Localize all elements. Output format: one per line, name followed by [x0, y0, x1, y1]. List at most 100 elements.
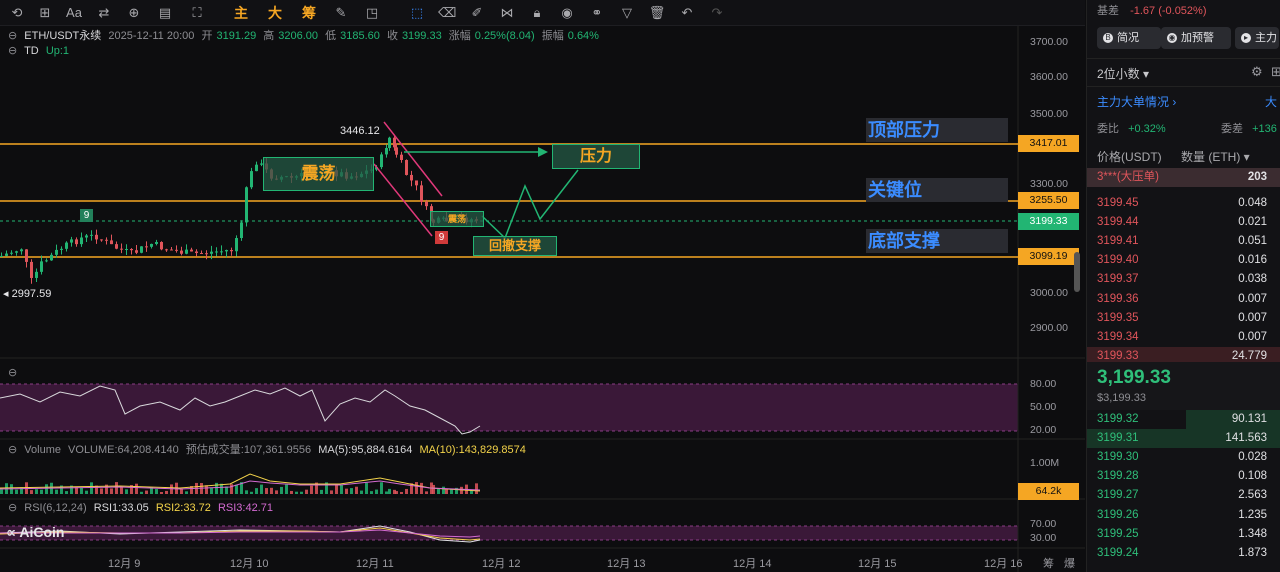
bid-row[interactable]: 3199.25 1.348: [1087, 525, 1280, 544]
big-order-button[interactable]: 大: [264, 4, 286, 22]
resistance-box[interactable]: 压力: [552, 144, 640, 169]
candle-body: [170, 249, 173, 251]
pattern-icon[interactable]: ⋈: [498, 4, 516, 22]
candle-body: [215, 251, 218, 253]
order-qty: 2.563: [1238, 489, 1267, 502]
bottom-support-label: 底部支撑: [866, 229, 1008, 253]
volume-bar: [385, 491, 388, 494]
top-resistance-label: 顶部压力: [866, 118, 1008, 142]
main-force-right[interactable]: 大: [1265, 93, 1277, 110]
volume-bar: [255, 488, 258, 494]
indicator-settings-icon[interactable]: ⊖: [8, 45, 17, 57]
settings-icon[interactable]: ⊖: [8, 30, 17, 42]
chips-toggle[interactable]: 筹: [1043, 555, 1054, 571]
brush-icon[interactable]: ✐: [468, 4, 486, 22]
big-order-row[interactable]: 3***(大压单) 203: [1087, 168, 1280, 187]
ask-row[interactable]: 3199.40 0.016: [1087, 251, 1280, 270]
screenshot-icon[interactable]: ◳: [363, 4, 381, 22]
eye-icon[interactable]: ◉: [558, 4, 576, 22]
redo-icon[interactable]: ↷: [708, 4, 726, 22]
main-force-link[interactable]: 主力大单情况 ›: [1097, 93, 1176, 110]
volume-bar: [340, 484, 343, 494]
add-alert-button[interactable]: ◉ 加预警: [1161, 27, 1231, 49]
candle-body: [15, 251, 18, 253]
filter-icon[interactable]: ▽: [618, 4, 636, 22]
candle-body: [60, 248, 63, 250]
volume-label: Volume: [24, 444, 61, 456]
volume-bar: [110, 488, 113, 494]
ask-row[interactable]: 3199.37 0.038: [1087, 270, 1280, 289]
overview-button[interactable]: B 简况: [1097, 27, 1161, 49]
col-qty-header[interactable]: 数量 (ETH) ▾: [1181, 148, 1250, 165]
ohlc-header: ⊖ ETH/USDT永续 2025-12-11 20:00 开 3191.29 高…: [8, 27, 603, 43]
candle-body: [400, 154, 403, 161]
top-resistance-price-tag: 3417.01: [1018, 135, 1079, 152]
undo-icon[interactable]: ↶: [678, 4, 696, 22]
trash-icon[interactable]: 🗑︎: [648, 4, 666, 22]
bid-row[interactable]: 3199.27 2.563: [1087, 486, 1280, 505]
ask-row[interactable]: 3199.45 0.048: [1087, 194, 1280, 213]
price-axis-scrollbar[interactable]: [1074, 252, 1080, 292]
order-qty: 1.873: [1238, 546, 1267, 559]
candle-body: [0, 255, 3, 257]
candle-body: [210, 251, 213, 254]
main-force-button[interactable]: ▸ 主力: [1235, 27, 1279, 49]
volume-bar: [165, 490, 168, 494]
link-icon[interactable]: ⚭: [588, 4, 606, 22]
volume-settings-icon[interactable]: ⊖: [8, 444, 17, 456]
magnet-icon[interactable]: ⊞: [36, 4, 54, 22]
date-label: 12月 15: [858, 558, 897, 570]
reset-icon[interactable]: ⟲: [8, 4, 26, 22]
basis-value: -1.67 (-0.052%): [1130, 5, 1207, 17]
fullscreen-icon[interactable]: ⛶: [188, 4, 206, 22]
indicator-icon[interactable]: ⊕: [125, 4, 143, 22]
candle-body: [165, 249, 168, 251]
liquidation-toggle[interactable]: 爆: [1064, 555, 1075, 571]
projected-path-line[interactable]: [481, 169, 579, 240]
price-chart[interactable]: ⊖ ETH/USDT永续 2025-12-11 20:00 开 3191.29 高…: [0, 26, 1085, 572]
ask-row[interactable]: 3199.41 0.051: [1087, 232, 1280, 251]
bid-row[interactable]: 3199.24 1.873: [1087, 544, 1280, 563]
order-qty: 0.007: [1238, 330, 1267, 343]
ask-row[interactable]: 3199.36 0.007: [1087, 290, 1280, 309]
channel-upper-line[interactable]: [383, 121, 443, 197]
eraser-icon[interactable]: ⌫: [438, 4, 456, 22]
chart-canvas[interactable]: [0, 26, 1085, 572]
volume-bar: [0, 489, 3, 494]
consolidation-small-box[interactable]: 震荡: [430, 211, 484, 227]
text-size-icon[interactable]: Aa: [65, 4, 83, 22]
volume-bar: [205, 485, 208, 494]
decimals-select[interactable]: 2位小数 ▾: [1097, 65, 1149, 82]
pullback-support-box[interactable]: 回撤支撑: [473, 236, 557, 256]
bid-row[interactable]: 3199.26 1.235: [1087, 506, 1280, 525]
ask-row[interactable]: 3199.35 0.007: [1087, 309, 1280, 328]
oscillator-settings-icon[interactable]: ⊖: [8, 366, 17, 379]
rsi-settings-icon[interactable]: ⊖: [8, 502, 17, 514]
candle-body: [45, 260, 48, 262]
main-force-icon: ▸: [1241, 33, 1251, 43]
overview-icon: B: [1103, 33, 1113, 43]
layout-icon[interactable]: ▤: [156, 4, 174, 22]
bar-style-icon[interactable]: ⇄: [95, 4, 113, 22]
chips-button[interactable]: 筹: [298, 4, 320, 22]
td-indicator-header: ⊖ TD Up:1: [8, 44, 73, 57]
settings-gear-icon[interactable]: ⚙: [1251, 64, 1263, 80]
consolidation-box[interactable]: 震荡: [263, 157, 374, 191]
main-chart-button[interactable]: 主: [230, 4, 252, 22]
expand-icon[interactable]: ⊞: [1271, 64, 1280, 80]
order-price: 3199.40: [1097, 254, 1139, 267]
last-price-usd: $3,199.33: [1097, 392, 1146, 404]
bid-row[interactable]: 3199.31 141.563: [1087, 429, 1280, 449]
bid-row[interactable]: 3199.32 90.131: [1087, 410, 1280, 429]
select-icon[interactable]: ⬚: [408, 4, 426, 22]
channel-lower-line[interactable]: [373, 163, 433, 237]
bid-row[interactable]: 3199.28 0.108: [1087, 467, 1280, 486]
ask-row[interactable]: 3199.34 0.007: [1087, 328, 1280, 347]
ask-row[interactable]: 3199.44 0.021: [1087, 213, 1280, 232]
candle-body: [195, 251, 198, 254]
volume-bar: [35, 489, 38, 494]
order-price: 3199.45: [1097, 197, 1139, 209]
bid-row[interactable]: 3199.30 0.028: [1087, 448, 1280, 467]
lock-icon[interactable]: 🔒︎: [528, 4, 546, 22]
edit-icon[interactable]: ✎: [332, 4, 350, 22]
